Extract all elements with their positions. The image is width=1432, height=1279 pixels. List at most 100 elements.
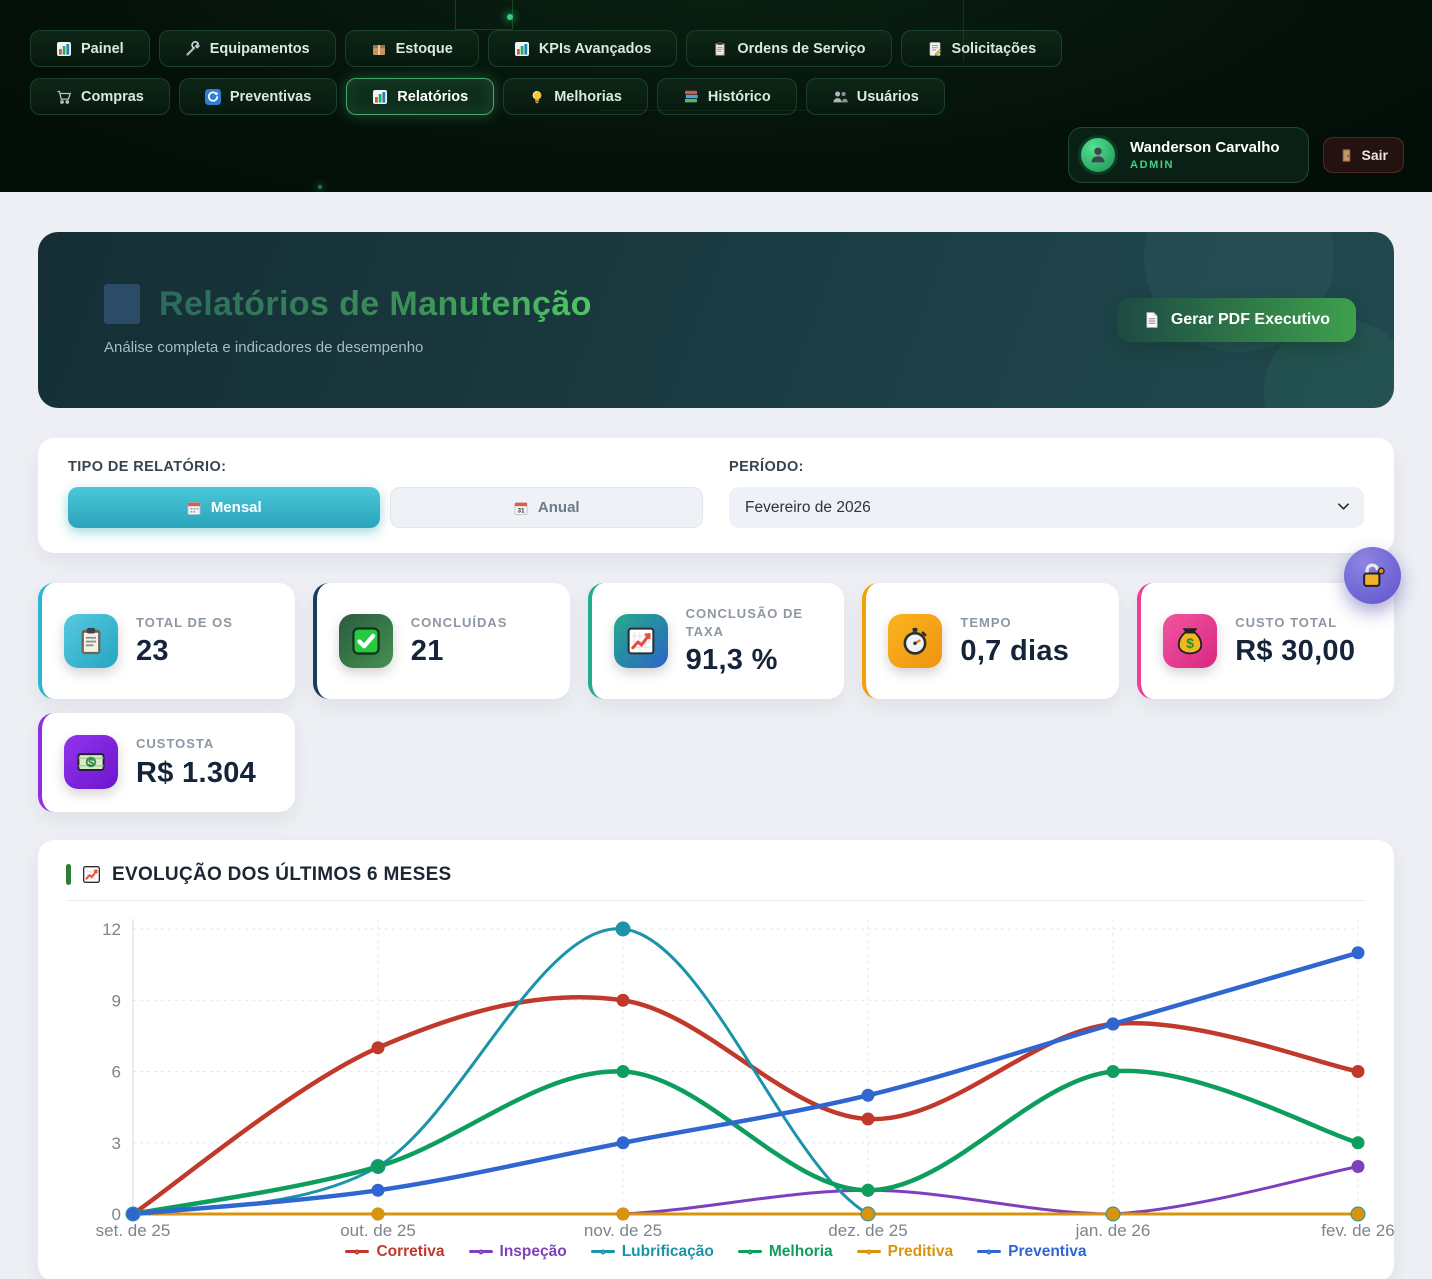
nav-item-label: Solicitações <box>952 41 1037 57</box>
nav-item-painel[interactable]: Painel <box>30 30 150 67</box>
bar-chart-icon <box>514 41 530 57</box>
generate-pdf-button[interactable]: Gerar PDF Executivo <box>1117 298 1356 342</box>
svg-text:9: 9 <box>112 991 121 1010</box>
refresh-icon <box>205 89 221 105</box>
nav-item-equipamentos[interactable]: Equipamentos <box>159 30 336 67</box>
user-chip[interactable]: Wanderson Carvalho ADMIN <box>1068 127 1308 183</box>
nav-item-label: Equipamentos <box>210 41 310 57</box>
filter-card: TIPO DE RELATÓRIO: Mensal 31 Anual PERÍO… <box>38 438 1394 553</box>
legend-item-inspecao[interactable]: Inspeção <box>469 1243 567 1261</box>
legend-item-preventiva[interactable]: Preventiva <box>977 1243 1086 1261</box>
period-select[interactable]: Fevereiro de 2026 <box>729 487 1364 528</box>
svg-text:nov. de 25: nov. de 25 <box>584 1221 662 1240</box>
chart-legend: Corretiva Inspeção Lubrificação Melhoria Pre… <box>66 1243 1366 1261</box>
svg-text:out. de 25: out. de 25 <box>340 1221 416 1240</box>
nav-item-label: Ordens de Serviço <box>737 41 865 57</box>
nav-item-label: Melhorias <box>554 89 622 105</box>
users-icon <box>832 89 848 105</box>
svg-text:$: $ <box>88 757 94 769</box>
logout-button[interactable]: Sair <box>1323 137 1404 173</box>
kpi-label: TOTAL DE OS <box>136 614 233 632</box>
report-type-mensal-button[interactable]: Mensal <box>68 487 380 528</box>
clipboard-icon <box>712 41 728 57</box>
evolution-line-chart: 036912set. de 25out. de 25nov. de 25dez.… <box>66 909 1366 1239</box>
banknote-icon: $ <box>64 735 118 789</box>
wrench-icon <box>185 41 201 57</box>
generate-pdf-label: Gerar PDF Executivo <box>1171 311 1330 329</box>
chart-title: EVOLUÇÃO DOS ÚLTIMOS 6 MESES <box>112 864 452 886</box>
kpi-value: 21 <box>411 635 508 668</box>
calendar-31-icon: 31 <box>513 500 529 516</box>
cart-icon <box>56 89 72 105</box>
chart-card: EVOLUÇÃO DOS ÚLTIMOS 6 MESES 036912set. … <box>38 840 1394 1279</box>
legend-item-preditiva[interactable]: Preditiva <box>857 1243 953 1261</box>
svg-text:3: 3 <box>112 1133 121 1152</box>
bulb-icon <box>529 89 545 105</box>
svg-text:31: 31 <box>517 507 525 514</box>
nav-item-solicitacoes[interactable]: Solicitações <box>901 30 1063 67</box>
page-header-card: Relatórios de Manutenção Análise complet… <box>38 232 1394 408</box>
kpi-label: CUSTO TOTAL <box>1235 614 1355 632</box>
main-content: Relatórios de Manutenção Análise complet… <box>0 192 1432 1279</box>
nav-item-usuarios[interactable]: Usuários <box>806 78 945 115</box>
glow-dot-decoration <box>318 185 322 189</box>
report-type-section: TIPO DE RELATÓRIO: Mensal 31 Anual <box>68 459 703 528</box>
user-role-badge: ADMIN <box>1130 159 1279 171</box>
trend-icon <box>614 614 668 668</box>
kpi-label: CUSTOSTA <box>136 735 256 753</box>
nav-item-label: Preventivas <box>230 89 311 105</box>
nav-item-preventivas[interactable]: Preventivas <box>179 78 337 115</box>
legend-label: Melhoria <box>769 1243 833 1261</box>
nav-item-estoque[interactable]: Estoque <box>345 30 479 67</box>
clipboard-icon <box>64 614 118 668</box>
legend-item-corretiva[interactable]: Corretiva <box>345 1243 444 1261</box>
kpi-value: 91,3 % <box>686 644 831 677</box>
document-icon <box>1143 311 1161 329</box>
person-icon <box>1087 144 1109 166</box>
legend-item-lubrificacao[interactable]: Lubrificação <box>591 1243 714 1261</box>
kpi-card-concluidas: CONCLUÍDAS21 <box>313 583 570 699</box>
check-icon <box>339 614 393 668</box>
svg-text:set. de 25: set. de 25 <box>96 1221 171 1240</box>
page-title: Relatórios de Manutenção <box>159 285 592 324</box>
legend-item-melhoria[interactable]: Melhoria <box>738 1243 833 1261</box>
bar-chart-icon <box>56 41 72 57</box>
nav-item-label: Estoque <box>396 41 453 57</box>
avatar <box>1078 135 1118 175</box>
header-left: Relatórios de Manutenção Análise complet… <box>104 284 592 356</box>
legend-label: Lubrificação <box>622 1243 714 1261</box>
box-icon <box>371 41 387 57</box>
report-type-label: TIPO DE RELATÓRIO: <box>68 459 703 475</box>
nav-item-kpis-avancados[interactable]: KPIs Avançados <box>488 30 678 67</box>
kpi-value: R$ 1.304 <box>136 757 256 790</box>
books-icon <box>683 89 699 105</box>
top-navigation: Painel Equipamentos Estoque KPIs Avançados O… <box>0 0 1432 192</box>
lock-fab-button[interactable] <box>1344 547 1401 604</box>
divider <box>66 900 1366 901</box>
kpi-label: CONCLUSÃO DE TAXA <box>686 605 831 641</box>
legend-label: Preditiva <box>888 1243 953 1261</box>
nav-item-label: KPIs Avançados <box>539 41 652 57</box>
kpi-grid: TOTAL DE OS23CONCLUÍDAS21CONCLUSÃO DE TA… <box>38 583 1394 812</box>
nav-item-label: Usuários <box>857 89 919 105</box>
legend-marker <box>469 1250 493 1253</box>
kpi-card-custo-total: $CUSTO TOTALR$ 30,00 <box>1137 583 1394 699</box>
nav-item-ordens-de-servico[interactable]: Ordens de Serviço <box>686 30 891 67</box>
report-type-anual-button[interactable]: 31 Anual <box>390 487 704 528</box>
legend-label: Preventiva <box>1008 1243 1086 1261</box>
page-subtitle: Análise completa e indicadores de desemp… <box>104 339 592 356</box>
nav-item-compras[interactable]: Compras <box>30 78 170 115</box>
circuit-line-decoration <box>600 110 810 111</box>
kpi-card-taxa-conclusao: CONCLUSÃO DE TAXA91,3 % <box>588 583 845 699</box>
door-icon <box>1339 148 1354 163</box>
circuit-decoration <box>455 0 513 30</box>
accent-bar <box>66 864 71 885</box>
user-name: Wanderson Carvalho <box>1130 139 1279 156</box>
user-row: Wanderson Carvalho ADMIN Sair <box>1068 127 1404 183</box>
nav-item-label: Relatórios <box>397 89 468 105</box>
nav-item-label: Painel <box>81 41 124 57</box>
nav-item-relatorios[interactable]: Relatórios <box>346 78 494 115</box>
period-label: PERÍODO: <box>729 459 1364 475</box>
legend-marker <box>857 1250 881 1253</box>
legend-label: Inspeção <box>500 1243 567 1261</box>
